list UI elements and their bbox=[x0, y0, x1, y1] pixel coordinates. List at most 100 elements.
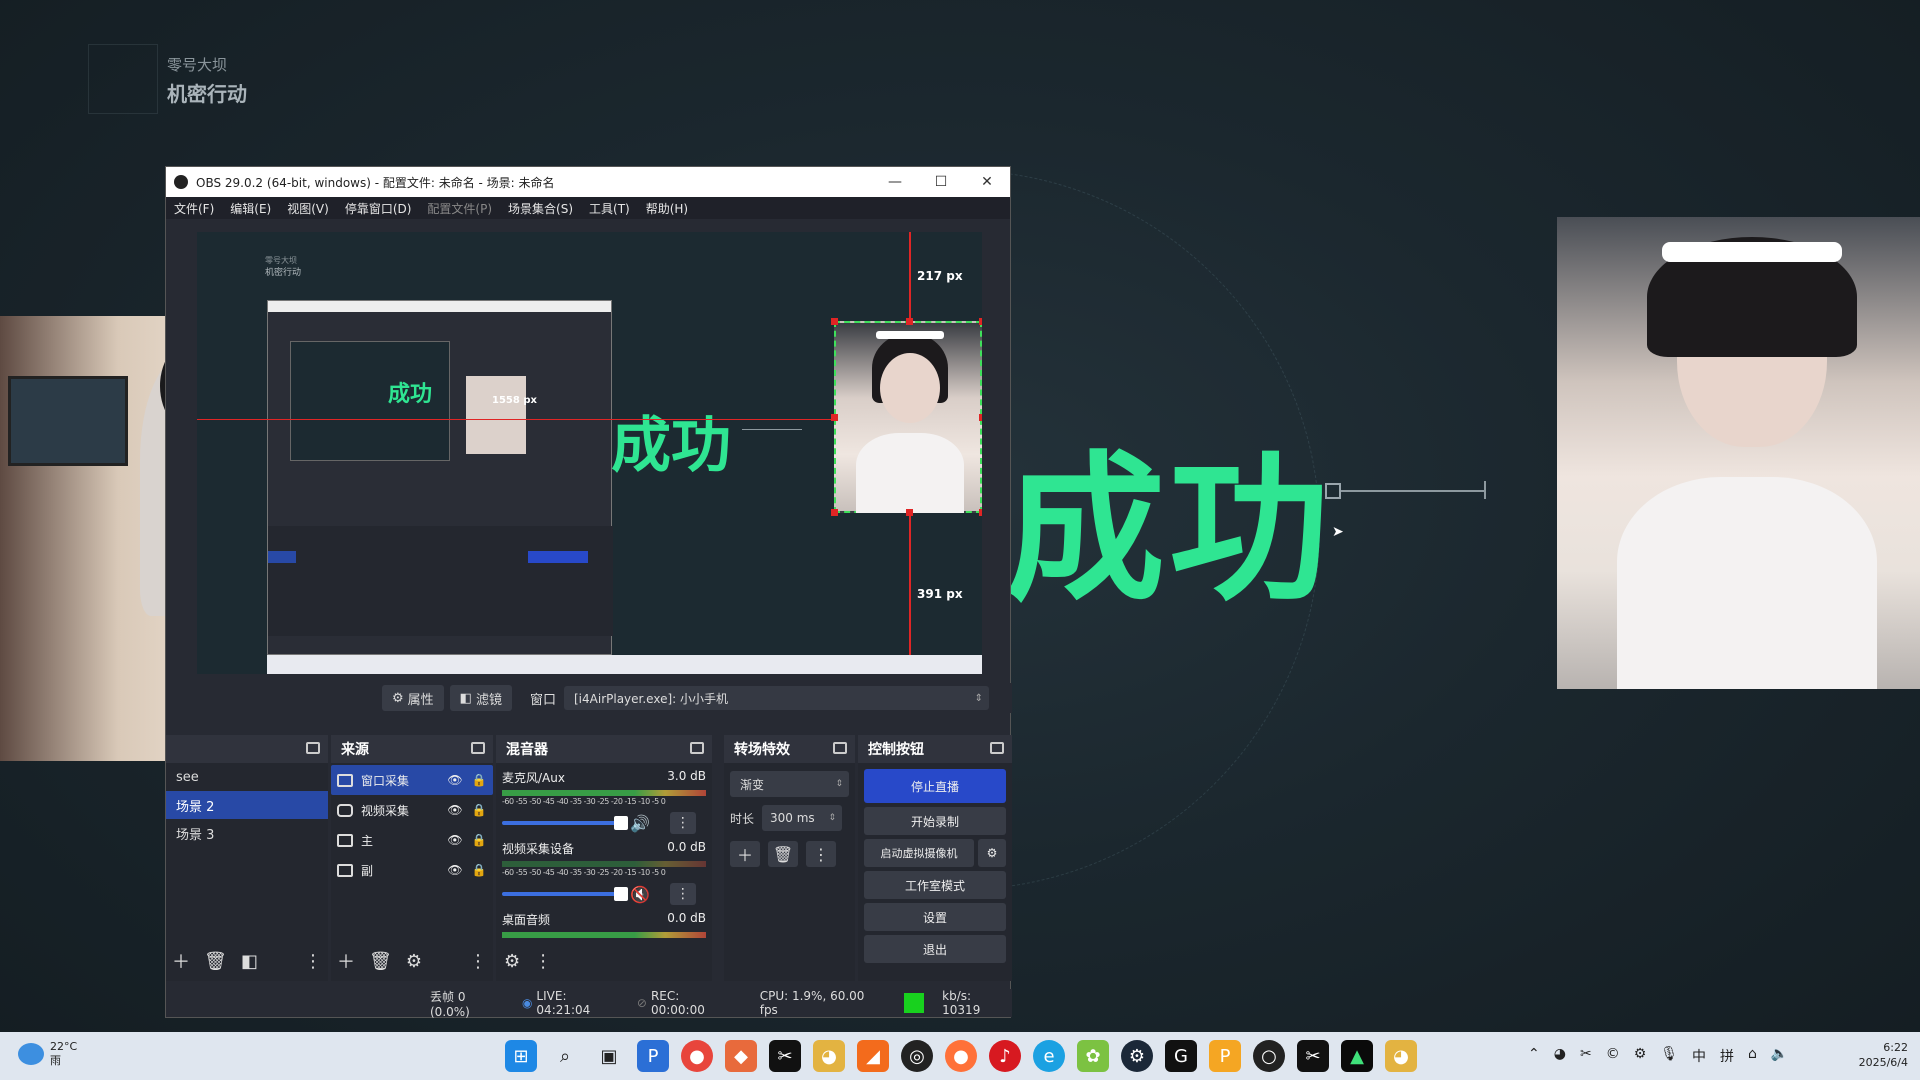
more-icon[interactable]: ⋮ bbox=[669, 883, 696, 905]
menu-view[interactable]: 视图(V) bbox=[287, 200, 329, 217]
close-button[interactable]: ✕ bbox=[964, 167, 1010, 197]
trash-icon[interactable]: 🗑 bbox=[369, 951, 392, 972]
volume-slider[interactable] bbox=[502, 887, 628, 901]
more-icon[interactable]: ⋮ bbox=[669, 812, 696, 834]
remove-transition-button[interactable]: 🗑 bbox=[768, 841, 798, 867]
resize-handle-bl[interactable] bbox=[831, 509, 838, 516]
resize-handle-left[interactable] bbox=[831, 414, 838, 421]
minimize-button[interactable]: — bbox=[872, 167, 918, 197]
cat-app-icon[interactable]: ◕ bbox=[813, 1040, 845, 1072]
menu-scene-collection[interactable]: 场景集合(S) bbox=[508, 200, 573, 217]
shield-app-icon[interactable]: ◆ bbox=[725, 1040, 757, 1072]
capcut-icon[interactable]: ✂ bbox=[769, 1040, 801, 1072]
scene-item-2[interactable]: 场景 2 bbox=[166, 791, 328, 819]
undock-icon[interactable] bbox=[990, 742, 1004, 754]
resize-handle-br[interactable] bbox=[979, 509, 982, 516]
filters-button[interactable]: ◧ 滤镜 bbox=[449, 685, 512, 711]
maximize-button[interactable]: ☐ bbox=[918, 167, 964, 197]
resize-handle-right[interactable] bbox=[979, 414, 982, 421]
volume-slider[interactable] bbox=[502, 816, 628, 830]
search-icon[interactable]: ⌕ bbox=[549, 1040, 581, 1072]
add-transition-button[interactable]: ＋ bbox=[730, 841, 760, 867]
task-view-icon[interactable]: ▣ bbox=[593, 1040, 625, 1072]
resize-handle-bottom[interactable] bbox=[906, 509, 913, 516]
lock-icon[interactable]: 🔒 bbox=[471, 863, 487, 877]
network-icon[interactable]: ⌂ bbox=[1748, 1046, 1757, 1066]
resize-handle-tr[interactable] bbox=[979, 318, 982, 325]
eye-icon[interactable]: 👁 bbox=[447, 863, 463, 877]
netease-music-icon[interactable]: ♪ bbox=[989, 1040, 1021, 1072]
chrome-icon[interactable]: ● bbox=[681, 1040, 713, 1072]
tray-c-icon[interactable]: © bbox=[1606, 1046, 1620, 1066]
properties-button[interactable]: ⚙ 属性 bbox=[382, 685, 444, 711]
green-app-icon[interactable]: ✿ bbox=[1077, 1040, 1109, 1072]
menu-edit[interactable]: 编辑(E) bbox=[230, 200, 271, 217]
eye-icon[interactable]: 👁 bbox=[447, 833, 463, 847]
undock-icon[interactable] bbox=[471, 742, 485, 754]
settings-button[interactable]: 设置 bbox=[864, 903, 1006, 931]
resize-handle-top[interactable] bbox=[906, 318, 913, 325]
app-p2-icon[interactable]: P bbox=[1209, 1040, 1241, 1072]
source-row[interactable]: 副 👁 🔒 bbox=[331, 855, 493, 885]
source-row[interactable]: 视频采集 👁 🔒 bbox=[331, 795, 493, 825]
stop-streaming-button[interactable]: 停止直播 bbox=[864, 769, 1006, 803]
scene-item-see[interactable]: see bbox=[166, 763, 328, 791]
menu-profile[interactable]: 配置文件(P) bbox=[427, 200, 492, 217]
source-row[interactable]: 窗口采集 👁 🔒 bbox=[331, 765, 493, 795]
ime-mode[interactable]: 拼 bbox=[1720, 1046, 1734, 1066]
gear-icon[interactable]: ⚙ bbox=[406, 951, 422, 972]
lock-icon[interactable]: 🔒 bbox=[471, 773, 487, 787]
g-app-icon[interactable]: G bbox=[1165, 1040, 1197, 1072]
circle-app-icon[interactable]: ○ bbox=[1253, 1040, 1285, 1072]
tray-steam-icon[interactable]: ⚙ bbox=[1634, 1046, 1647, 1066]
clock[interactable]: 6:22 2025/6/4 bbox=[1859, 1040, 1908, 1070]
undock-icon[interactable] bbox=[306, 742, 320, 754]
chevron-up-icon[interactable]: ⌃ bbox=[1528, 1046, 1540, 1066]
firefox-icon[interactable]: ● bbox=[945, 1040, 977, 1072]
a-app-icon[interactable]: ▲ bbox=[1341, 1040, 1373, 1072]
scene-item-3[interactable]: 场景 3 bbox=[166, 819, 328, 847]
more-icon[interactable]: ⋮ bbox=[534, 951, 552, 972]
edge-icon[interactable]: e bbox=[1033, 1040, 1065, 1072]
virtual-camera-settings-icon[interactable]: ⚙ bbox=[978, 839, 1006, 867]
muted-speaker-icon[interactable]: 🔇 bbox=[630, 885, 650, 904]
tray-capcut-icon[interactable]: ✂ bbox=[1580, 1046, 1592, 1066]
cat2-app-icon[interactable]: ◕ bbox=[1385, 1040, 1417, 1072]
menu-docks[interactable]: 停靠窗口(D) bbox=[345, 200, 412, 217]
preview-canvas[interactable]: 零号大坝 机密行动 成功 1558 px 成功 217 px 391 px bbox=[197, 232, 982, 674]
transition-more-button[interactable]: ⋮ bbox=[806, 841, 836, 867]
duration-spinbox[interactable]: 300 ms ⇕ bbox=[762, 805, 843, 831]
lock-icon[interactable]: 🔒 bbox=[471, 803, 487, 817]
orange-app-icon[interactable]: ◢ bbox=[857, 1040, 889, 1072]
app-p-icon[interactable]: P bbox=[637, 1040, 669, 1072]
undock-icon[interactable] bbox=[833, 742, 847, 754]
resize-handle-tl[interactable] bbox=[831, 318, 838, 325]
windows-start-icon[interactable]: ⊞ bbox=[505, 1040, 537, 1072]
microphone-icon[interactable]: 🎙 bbox=[1660, 1046, 1678, 1066]
more-icon[interactable]: ⋮ bbox=[469, 951, 487, 972]
menu-tools[interactable]: 工具(T) bbox=[589, 200, 630, 217]
selected-source-box[interactable] bbox=[834, 321, 982, 513]
add-scene-icon[interactable]: ＋ bbox=[172, 948, 190, 974]
eye-icon[interactable]: 👁 bbox=[447, 803, 463, 817]
lock-icon[interactable]: 🔒 bbox=[471, 833, 487, 847]
start-virtual-camera-button[interactable]: 启动虚拟摄像机 bbox=[864, 839, 974, 867]
studio-mode-button[interactable]: 工作室模式 bbox=[864, 871, 1006, 899]
trash-icon[interactable]: 🗑 bbox=[204, 951, 227, 972]
undock-icon[interactable] bbox=[690, 742, 704, 754]
window-select[interactable]: [i4AirPlayer.exe]: 小小手机 ⇕ bbox=[564, 686, 989, 710]
scene-filter-icon[interactable]: ◧ bbox=[241, 951, 258, 972]
menu-file[interactable]: 文件(F) bbox=[174, 200, 214, 217]
add-source-icon[interactable]: ＋ bbox=[337, 948, 355, 974]
capcut2-icon[interactable]: ✂ bbox=[1297, 1040, 1329, 1072]
exit-button[interactable]: 退出 bbox=[864, 935, 1006, 963]
more-icon[interactable]: ⋮ bbox=[304, 951, 322, 972]
eye-icon[interactable]: 👁 bbox=[447, 773, 463, 787]
menu-help[interactable]: 帮助(H) bbox=[646, 200, 688, 217]
volume-icon[interactable]: 🔈 bbox=[1771, 1046, 1788, 1066]
ime-language[interactable]: 中 bbox=[1692, 1046, 1706, 1066]
tray-cat-icon[interactable]: ◕ bbox=[1554, 1046, 1566, 1066]
start-recording-button[interactable]: 开始录制 bbox=[864, 807, 1006, 835]
transition-select[interactable]: 渐变 ⇕ bbox=[730, 771, 849, 797]
advanced-audio-icon[interactable]: ⚙ bbox=[504, 951, 520, 972]
